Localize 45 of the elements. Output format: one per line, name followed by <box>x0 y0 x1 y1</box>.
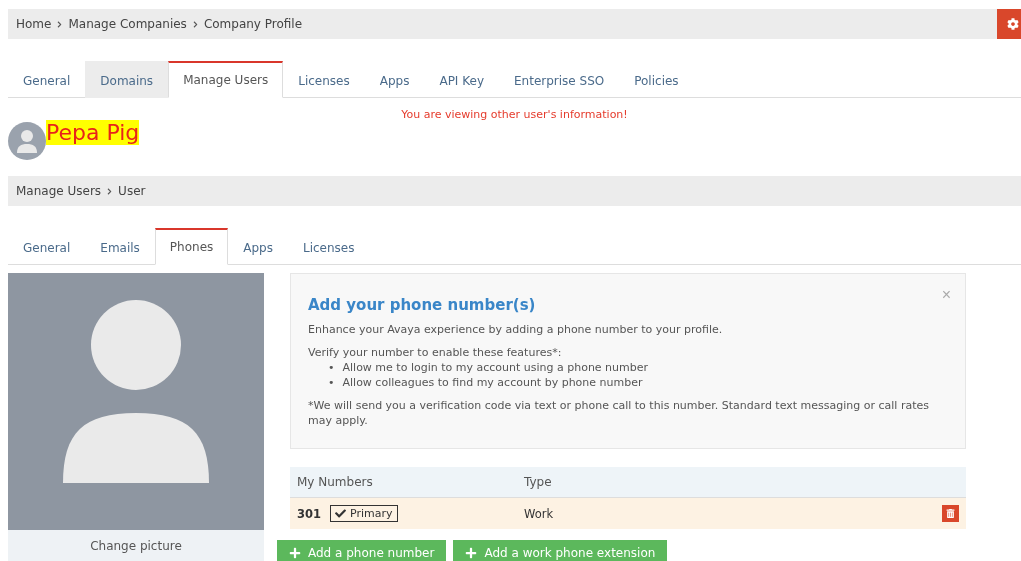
plus-icon <box>289 547 301 559</box>
tab[interactable]: Emails <box>85 228 155 265</box>
column-header: Type <box>524 475 552 489</box>
tab[interactable]: General <box>8 61 86 98</box>
column-header: My Numbers <box>297 475 373 489</box>
tab[interactable]: API Key <box>424 61 499 98</box>
phone-number: 301 <box>297 506 321 521</box>
breadcrumb-item[interactable]: Manage Companies <box>68 17 187 31</box>
change-picture-button[interactable]: Change picture <box>8 530 264 561</box>
tab[interactable]: General <box>8 228 86 265</box>
breadcrumb-item: Company Profile <box>203 17 303 31</box>
plus-icon <box>465 547 478 559</box>
breadcrumb-item[interactable]: Home <box>16 17 52 31</box>
info-text: Enhance your Avaya experience by adding a phone number to your profile. <box>308 322 724 337</box>
tab[interactable]: Apps <box>364 61 425 98</box>
breadcrumb-item[interactable]: Manage Users <box>16 184 102 198</box>
feature-item: Allow me to login to my account using a phone number <box>342 360 649 375</box>
info-title: Add your phone number(s) <box>308 296 537 314</box>
breadcrumb-item: User <box>118 184 146 198</box>
trash-icon <box>946 509 955 518</box>
check-icon <box>335 508 346 519</box>
avatar-icon <box>8 122 46 160</box>
user-name: Pepa Pig <box>46 120 140 145</box>
settings-button[interactable] <box>997 9 1021 39</box>
tab[interactable]: Manage Users <box>168 61 284 98</box>
primary-badge: Primary <box>330 505 398 522</box>
warning-message: You are viewing other user's information! <box>401 108 628 121</box>
tab[interactable]: Enterprise SSO <box>499 61 620 98</box>
tab[interactable]: Policies <box>619 61 694 98</box>
chevron-icon <box>106 187 114 195</box>
phone-type: Work <box>524 506 554 521</box>
gear-icon <box>1007 18 1019 30</box>
bullet: • <box>328 360 335 375</box>
bullet: • <box>328 375 335 390</box>
tab[interactable]: Licenses <box>283 61 365 98</box>
feature-item: Allow colleagues to find my account by phone number <box>342 375 643 390</box>
info-text: Verify your number to enable these features*: <box>308 345 563 360</box>
tab[interactable]: Phones <box>154 228 229 265</box>
tab[interactable]: Domains <box>85 61 169 98</box>
tab[interactable]: Apps <box>228 228 288 265</box>
tab[interactable]: Licenses <box>288 228 370 265</box>
info-note: *We will send you a verification code via text or phone call to this number. Standard text messaging or call rates may apply. <box>308 398 930 428</box>
chevron-icon <box>191 20 199 28</box>
delete-button[interactable] <box>942 505 959 522</box>
chevron-icon <box>56 20 64 28</box>
